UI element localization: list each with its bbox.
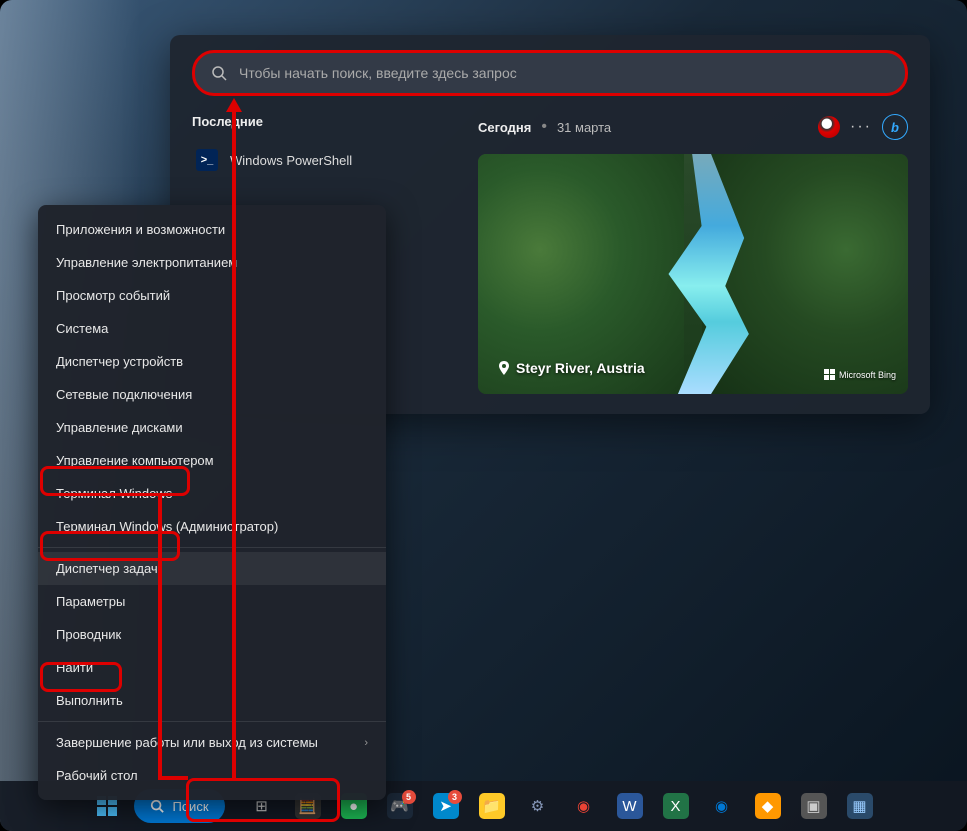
ctx-item-11[interactable]: Параметры xyxy=(38,585,386,618)
search-icon xyxy=(150,799,164,813)
telegram-icon: ➤3 xyxy=(433,793,459,819)
taskbar-app3[interactable]: ▦ xyxy=(839,787,881,825)
recent-item-powershell[interactable]: >_ Windows PowerShell xyxy=(192,143,450,177)
steam-icon: 🎮5 xyxy=(387,793,413,819)
taskbar-explorer[interactable]: 📁 xyxy=(471,787,513,825)
ctx-item-5[interactable]: Сетевые подключения xyxy=(38,378,386,411)
hero-location: Steyr River, Austria xyxy=(498,360,645,376)
powershell-icon: >_ xyxy=(196,149,218,171)
location-icon xyxy=(498,361,510,375)
badge: 3 xyxy=(448,790,462,804)
ctx-item-2[interactable]: Просмотр событий xyxy=(38,279,386,312)
badge: 5 xyxy=(402,790,416,804)
ctx-item-3[interactable]: Система xyxy=(38,312,386,345)
desktop: Последние >_ Windows PowerShell Сегодня … xyxy=(0,0,967,831)
today-section: Сегодня • 31 марта ··· b Steyr River, Au… xyxy=(478,114,908,394)
bing-brand: Microsoft Bing xyxy=(824,369,896,380)
ctx-item-8[interactable]: Терминал Windows xyxy=(38,477,386,510)
taskbar-settings[interactable]: ⚙ xyxy=(517,787,559,825)
ctx-item-1[interactable]: Управление электропитанием xyxy=(38,246,386,279)
explorer-icon: 📁 xyxy=(479,793,505,819)
excel-icon: X xyxy=(663,793,689,819)
ctx-item-14[interactable]: Выполнить xyxy=(38,684,386,717)
word-icon: W xyxy=(617,793,643,819)
chevron-right-icon: › xyxy=(364,737,368,749)
ctx-item-16[interactable]: Рабочий стол xyxy=(38,759,386,792)
taskbar-word[interactable]: W xyxy=(609,787,651,825)
recent-header: Последние xyxy=(192,114,450,129)
search-box[interactable] xyxy=(192,50,908,96)
ctx-item-13[interactable]: Найти xyxy=(38,651,386,684)
edge-icon: ◉ xyxy=(709,793,735,819)
chrome-icon: ◉ xyxy=(571,793,597,819)
recent-item-label: Windows PowerShell xyxy=(230,153,352,168)
ctx-item-4[interactable]: Диспетчер устройств xyxy=(38,345,386,378)
app2-icon: ▣ xyxy=(801,793,827,819)
settings-icon: ⚙ xyxy=(525,793,551,819)
ctx-item-0[interactable]: Приложения и возможности xyxy=(38,213,386,246)
ctx-item-12[interactable]: Проводник xyxy=(38,618,386,651)
user-avatar[interactable] xyxy=(818,116,840,138)
bing-icon[interactable]: b xyxy=(882,114,908,140)
taskbar-edge[interactable]: ◉ xyxy=(701,787,743,825)
ctx-item-9[interactable]: Терминал Windows (Администратор) xyxy=(38,510,386,543)
taskbar-chrome[interactable]: ◉ xyxy=(563,787,605,825)
ctx-item-6[interactable]: Управление дисками xyxy=(38,411,386,444)
more-button[interactable]: ··· xyxy=(850,118,872,136)
search-icon xyxy=(211,65,227,81)
bing-hero-image[interactable]: Steyr River, Austria Microsoft Bing xyxy=(478,154,908,394)
taskbar-telegram[interactable]: ➤3 xyxy=(425,787,467,825)
ctx-item-15[interactable]: Завершение работы или выход из системы› xyxy=(38,726,386,759)
taskbar-excel[interactable]: X xyxy=(655,787,697,825)
winx-context-menu: Приложения и возможностиУправление элект… xyxy=(38,205,386,800)
search-input[interactable] xyxy=(239,65,889,81)
today-date: 31 марта xyxy=(557,120,611,135)
app1-icon: ◆ xyxy=(755,793,781,819)
today-label: Сегодня xyxy=(478,120,531,135)
taskbar-app2[interactable]: ▣ xyxy=(793,787,835,825)
ctx-item-10[interactable]: Диспетчер задач xyxy=(38,552,386,585)
app3-icon: ▦ xyxy=(847,793,873,819)
taskbar-app1[interactable]: ◆ xyxy=(747,787,789,825)
ctx-item-7[interactable]: Управление компьютером xyxy=(38,444,386,477)
